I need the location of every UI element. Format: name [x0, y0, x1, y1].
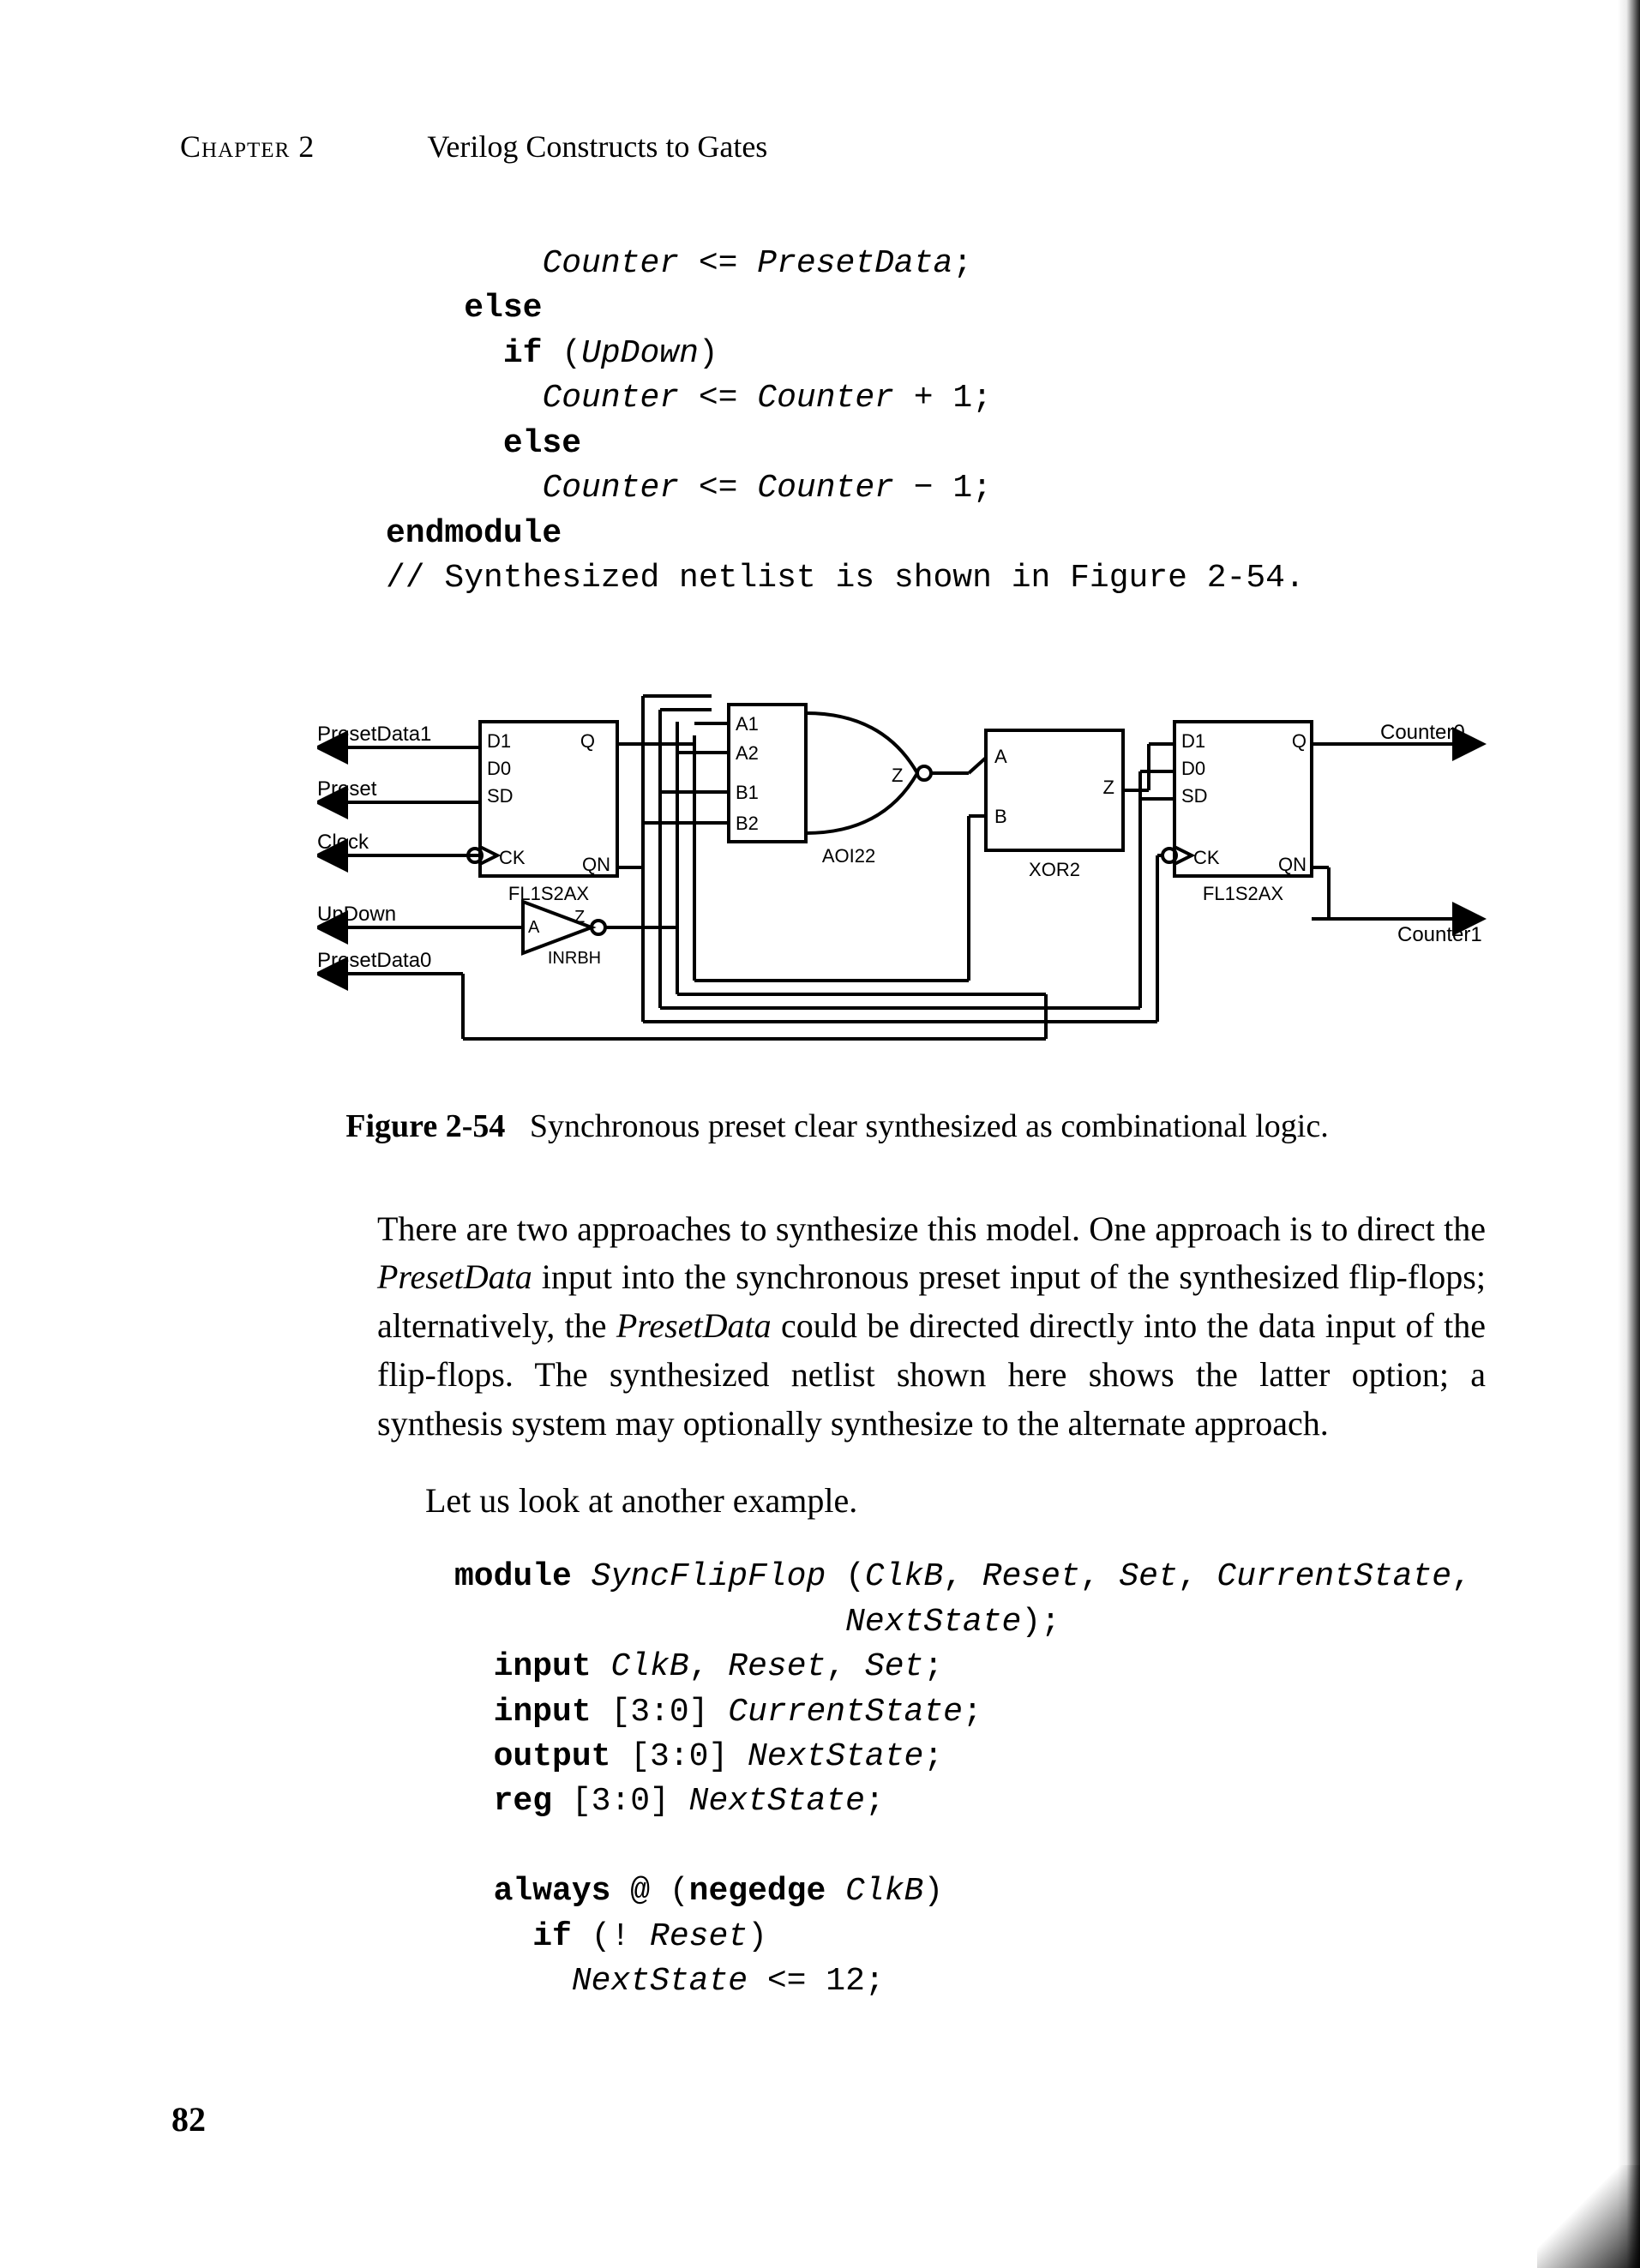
body-paragraph-1: There are two approaches to synthesize t… — [180, 1205, 1494, 1449]
cell-ff-left: FL1S2AX — [508, 883, 589, 904]
code-block-1: Counter <= PresetData; else if (UpDown) … — [386, 242, 1494, 602]
svg-text:B: B — [994, 806, 1007, 827]
svg-text:B1: B1 — [736, 782, 759, 803]
label-presetdata0: PresetData0 — [317, 949, 431, 972]
cell-aoi22: AOI22 — [822, 845, 875, 867]
label-presetdata1: PresetData1 — [317, 723, 431, 746]
cell-xor2: XOR2 — [1029, 859, 1080, 880]
body-paragraph-2: Let us look at another example. — [180, 1477, 1494, 1526]
svg-text:CK: CK — [1193, 847, 1220, 868]
chapter-label: Chapter 2 — [180, 129, 420, 165]
page-number: 82 — [171, 2099, 206, 2139]
figure-caption: Figure 2-54 Synchronous preset clear syn… — [180, 1107, 1494, 1145]
cell-inrbh: INRBH — [548, 949, 601, 968]
svg-text:D0: D0 — [487, 758, 511, 779]
svg-text:QN: QN — [1278, 854, 1307, 875]
label-counter1: Counter1 — [1397, 923, 1482, 946]
svg-text:A: A — [994, 746, 1007, 767]
svg-text:A: A — [528, 918, 540, 937]
svg-text:SD: SD — [487, 785, 514, 807]
svg-text:SD: SD — [1181, 785, 1208, 807]
svg-text:D0: D0 — [1181, 758, 1205, 779]
svg-text:QN: QN — [582, 854, 610, 875]
label-counter0: Counter0 — [1380, 721, 1465, 744]
svg-text:D1: D1 — [1181, 730, 1205, 752]
svg-text:Z: Z — [892, 765, 903, 786]
cell-ff-right: FL1S2AX — [1203, 883, 1283, 904]
svg-text:Z: Z — [574, 908, 585, 927]
page-edge-shadow — [1618, 0, 1640, 2268]
page-corner-shadow — [1537, 2165, 1640, 2268]
label-preset: Preset — [317, 777, 377, 801]
figure-2-54: PresetData1 Preset Clock UpDown PresetDa… — [317, 662, 1494, 1056]
svg-text:Q: Q — [1292, 730, 1307, 752]
svg-text:A1: A1 — [736, 713, 759, 735]
svg-text:B2: B2 — [736, 813, 759, 834]
svg-text:Z: Z — [1103, 777, 1114, 798]
figure-caption-text: Synchronous preset clear synthesized as … — [530, 1108, 1329, 1144]
label-clock: Clock — [317, 831, 369, 854]
label-updown: UpDown — [317, 903, 396, 926]
svg-text:Q: Q — [580, 730, 595, 752]
schematic-svg: PresetData1 Preset Clock UpDown PresetDa… — [317, 662, 1500, 1056]
figure-label: Figure 2-54 — [345, 1108, 505, 1144]
svg-text:A2: A2 — [736, 742, 759, 764]
svg-text:D1: D1 — [487, 730, 511, 752]
running-head: Chapter 2 Verilog Constructs to Gates — [180, 129, 1494, 165]
chapter-title: Verilog Constructs to Gates — [427, 129, 767, 164]
svg-text:CK: CK — [499, 847, 526, 868]
code-block-2: module SyncFlipFlop (ClkB, Reset, Set, C… — [454, 1555, 1494, 2004]
